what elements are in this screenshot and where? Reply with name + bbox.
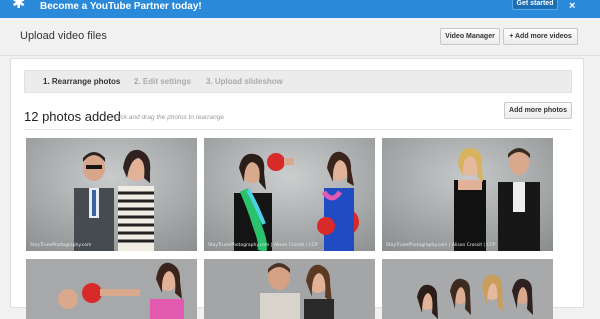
photo-thumbnail[interactable]: StayTrueePhotography.com (26, 138, 197, 251)
photo-group-image (382, 259, 553, 319)
step-rearrange-photos[interactable]: 1. Rearrange photos (43, 77, 120, 87)
rearrange-hint: Click and drag the photos to rearrange (113, 114, 224, 121)
slideshow-panel: 1. Rearrange photos 2. Edit settings 3. … (10, 58, 584, 319)
photo-watermark: StayTrueePhotography.com | Alison Crossi… (208, 243, 318, 248)
upload-header: Upload video files Video Manager + Add m… (0, 18, 600, 56)
get-started-button[interactable]: Get started (512, 0, 558, 10)
partner-banner-message: Become a YouTube Partner today! (40, 1, 202, 12)
photo-watermark: StayTrueePhotography.com | Alison Crossi… (386, 243, 496, 248)
photo-thumbnail[interactable] (382, 259, 553, 319)
close-icon[interactable]: × (569, 1, 575, 12)
photo-boxing-image (26, 259, 197, 319)
photo-couple-casual-image (204, 259, 375, 319)
page-title: Upload video files (20, 30, 107, 42)
partner-banner: ✱ Become a YouTube Partner today! Get st… (0, 0, 600, 18)
divider (24, 129, 572, 130)
video-manager-button[interactable]: Video Manager (440, 28, 500, 45)
add-more-videos-button[interactable]: + Add more videos (503, 28, 578, 45)
photos-count: 12 photos added (24, 109, 121, 124)
photo-couple-image (26, 138, 197, 251)
step-edit-settings[interactable]: 2. Edit settings (134, 77, 191, 87)
photo-couple-formal-image (382, 138, 553, 251)
photo-thumbnail[interactable]: StayTrueePhotography.com | Alison Crossi… (382, 138, 553, 251)
photo-watermark: StayTrueePhotography.com (30, 243, 92, 248)
photo-thumbnail[interactable]: StayTrueePhotography.com | Alison Crossi… (204, 138, 375, 251)
add-more-photos-button[interactable]: Add more photos (504, 102, 572, 119)
step-bar: 1. Rearrange photos 2. Edit settings 3. … (24, 70, 572, 93)
photo-boxing-gloves-image (204, 138, 375, 251)
star-icon: ✱ (12, 0, 26, 12)
photo-thumbnail[interactable] (26, 259, 197, 319)
step-upload-slideshow[interactable]: 3. Upload slideshow (206, 77, 283, 87)
photo-thumbnail[interactable] (204, 259, 375, 319)
